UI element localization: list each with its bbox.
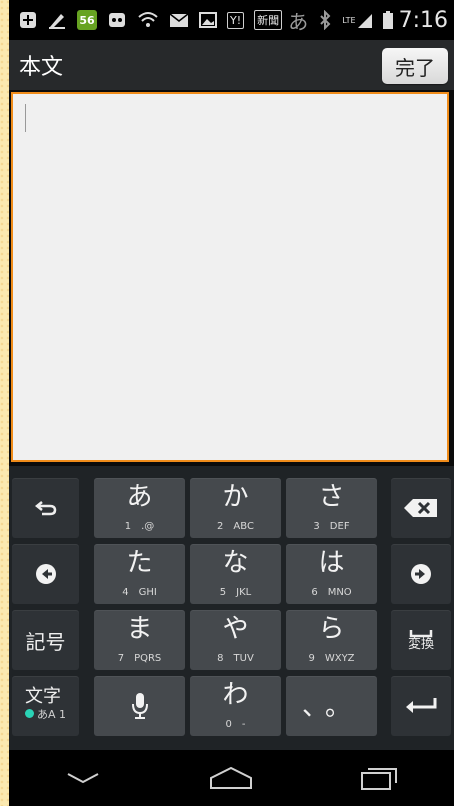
news-icon: 新聞 xyxy=(254,8,283,32)
input-mode-kana: あ xyxy=(36,708,48,721)
key-ha[interactable]: は 6 MNO xyxy=(286,544,377,604)
key-kana: や xyxy=(222,614,249,644)
backspace-icon xyxy=(391,478,451,538)
image-icon xyxy=(199,8,217,32)
key-sub: - xyxy=(241,719,246,730)
enter-icon xyxy=(391,676,451,736)
plus-notification-icon xyxy=(19,8,37,32)
yahoo-icon: Y! xyxy=(227,8,245,32)
convert-key-label: 変換 xyxy=(407,637,434,652)
bluetooth-icon xyxy=(318,8,332,32)
mail-icon xyxy=(169,8,189,32)
key-ya[interactable]: や 8 TUV xyxy=(190,610,281,670)
app-badge-number: 56 xyxy=(77,10,97,30)
undo-key[interactable] xyxy=(12,478,79,538)
key-number: 7 xyxy=(117,653,125,664)
enter-key[interactable] xyxy=(391,676,451,736)
key-kana: わ xyxy=(222,680,249,710)
app-badge-icon: 56 xyxy=(77,8,97,32)
key-punctuation[interactable]: 、。 xyxy=(286,676,377,736)
navigation-bar xyxy=(9,750,454,806)
key-kana: さ xyxy=(318,482,345,512)
news-label: 新聞 xyxy=(254,10,283,30)
key-na[interactable]: な 5 JKL xyxy=(190,544,281,604)
key-number: 1 xyxy=(124,521,132,532)
voice-input-key[interactable] xyxy=(94,676,185,736)
signal-icon: LTE xyxy=(342,8,372,32)
home-icon[interactable] xyxy=(201,758,261,798)
key-ka[interactable]: か 2 ABC xyxy=(190,478,281,538)
key-kana: は xyxy=(318,548,345,578)
key-kana: な xyxy=(222,548,249,578)
symbol-key[interactable]: 記号 xyxy=(12,610,79,670)
input-mode-sub: A 1 xyxy=(47,708,67,721)
network-type: LTE xyxy=(342,15,356,25)
key-sub: DEF xyxy=(329,521,350,532)
key-sub: JKL xyxy=(236,587,252,598)
title-bar: 本文 完了 xyxy=(9,40,454,90)
mode-indicator-dot xyxy=(24,709,34,718)
pen-icon xyxy=(47,8,67,32)
cursor-right-key[interactable] xyxy=(391,544,451,604)
text-caret xyxy=(25,104,26,132)
key-sub: PQRS xyxy=(134,653,162,664)
key-a[interactable]: あ 1 .@ xyxy=(94,478,185,538)
key-number: 8 xyxy=(217,653,224,664)
undo-icon xyxy=(12,478,79,538)
key-number: 6 xyxy=(311,587,318,598)
recent-apps-icon[interactable] xyxy=(350,758,410,798)
input-mode-label: 文字 xyxy=(24,686,61,707)
input-mode-key[interactable]: 文字 あA 1 xyxy=(12,676,79,736)
arrow-left-icon xyxy=(12,544,79,604)
game-icon xyxy=(107,8,127,32)
key-sub: MNO xyxy=(327,587,352,598)
body-text-field[interactable] xyxy=(11,92,449,462)
flick-keyboard: あ 1 .@ か 2 ABC さ 3 DEF た 4 GHI な 5 JKL は… xyxy=(9,466,454,750)
key-sub: WXYZ xyxy=(324,653,355,664)
yahoo-label: Y! xyxy=(227,11,245,29)
key-kana: か xyxy=(222,482,249,512)
back-chevron-icon[interactable] xyxy=(53,758,113,798)
key-ra[interactable]: ら 9 WXYZ xyxy=(286,610,377,670)
battery-icon xyxy=(382,8,393,32)
key-sub: TUV xyxy=(233,653,254,664)
wifi-icon xyxy=(137,8,159,32)
key-wa[interactable]: わ 0- xyxy=(190,676,281,736)
key-sub: GHI xyxy=(138,587,157,598)
key-number: 3 xyxy=(313,521,320,532)
microphone-icon xyxy=(94,676,185,736)
key-kana: ら xyxy=(318,614,345,644)
cursor-left-key[interactable] xyxy=(12,544,79,604)
backspace-key[interactable] xyxy=(391,478,451,538)
key-sub: .@ xyxy=(141,521,155,532)
convert-key[interactable]: 変換 xyxy=(391,610,451,670)
clock: 7:16 xyxy=(398,7,448,33)
symbol-key-label: 記号 xyxy=(25,629,66,654)
key-ma[interactable]: ま 7 PQRS xyxy=(94,610,185,670)
key-ta[interactable]: た 4 GHI xyxy=(94,544,185,604)
status-bar: 56 Y! 新聞 あ LTE 7:16 xyxy=(9,0,454,40)
key-number: 0 xyxy=(225,719,232,730)
key-number: 9 xyxy=(308,653,315,664)
key-number: 2 xyxy=(217,521,224,532)
key-number: 5 xyxy=(219,587,227,598)
key-kana: た xyxy=(126,548,153,578)
phone-screen: 56 Y! 新聞 あ LTE 7:16 本文 完了 あ 1 .@ か 2 ABC… xyxy=(9,0,454,806)
arrow-right-icon xyxy=(391,544,451,604)
key-kana: あ xyxy=(126,482,153,512)
key-kana: ま xyxy=(126,614,153,644)
key-kana: 、。 xyxy=(301,692,361,722)
done-button[interactable]: 完了 xyxy=(382,48,448,84)
page-title: 本文 xyxy=(19,55,64,80)
key-sa[interactable]: さ 3 DEF xyxy=(286,478,377,538)
ime-indicator: あ xyxy=(288,9,309,34)
key-sub: ABC xyxy=(233,521,254,532)
key-number: 4 xyxy=(122,587,129,598)
